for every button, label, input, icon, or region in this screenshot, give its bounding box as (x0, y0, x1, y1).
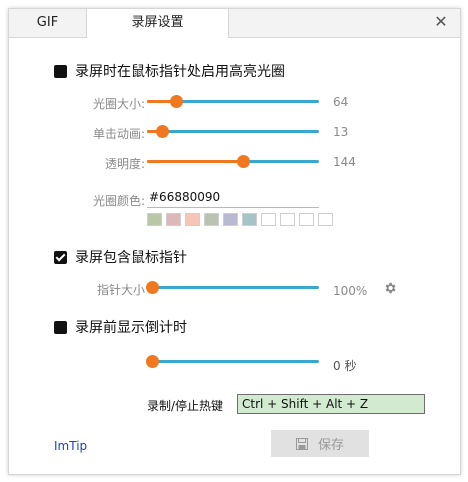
color-swatch[interactable] (204, 213, 219, 226)
close-icon[interactable]: ✕ (432, 13, 450, 31)
halo-checkbox-label: 录屏时在鼠标指针处启用高亮光圈 (75, 64, 285, 80)
save-button[interactable]: 保存 (271, 430, 369, 457)
halo-size-label: 光圈大小: (92, 97, 145, 111)
halo-checkbox[interactable] (54, 64, 67, 78)
slider-thumb[interactable] (237, 155, 251, 168)
color-swatch[interactable] (147, 213, 162, 226)
color-swatch[interactable] (318, 213, 333, 226)
opacity-slider[interactable] (147, 155, 319, 169)
slider-fill (147, 160, 244, 163)
opacity-label: 透明度: (104, 157, 145, 171)
countdown-checkbox[interactable] (54, 320, 67, 334)
slider-track (147, 130, 319, 133)
tab-record-settings[interactable]: 录屏设置 (86, 9, 229, 38)
pointer-checkbox[interactable] (54, 250, 67, 264)
color-swatch[interactable] (261, 213, 276, 226)
color-swatch[interactable] (299, 213, 314, 226)
countdown-checkbox-label: 录屏前显示倒计时 (75, 320, 187, 336)
pointer-size-slider[interactable] (146, 281, 319, 295)
slider-thumb[interactable] (146, 281, 159, 294)
halo-color-input[interactable] (147, 187, 319, 208)
color-swatch[interactable] (166, 213, 181, 226)
floppy-icon (295, 437, 308, 450)
pointer-size-value: 100% (333, 284, 368, 298)
countdown-value: 0 秒 (333, 359, 357, 373)
countdown-checkbox-row[interactable]: 录屏前显示倒计时 (54, 317, 187, 337)
brand-link[interactable]: ImTip (54, 439, 87, 453)
click-anim-value: 13 (333, 125, 349, 139)
countdown-slider[interactable] (146, 355, 319, 369)
pointer-checkbox-row[interactable]: 录屏包含鼠标指针 (54, 247, 187, 267)
halo-checkbox-row[interactable]: 录屏时在鼠标指针处启用高亮光圈 (54, 61, 285, 81)
slider-track (152, 360, 319, 363)
hotkey-input[interactable] (237, 394, 425, 414)
color-swatch[interactable] (280, 213, 295, 226)
gear-icon[interactable] (383, 281, 397, 295)
slider-thumb[interactable] (146, 355, 159, 368)
slider-thumb[interactable] (170, 95, 184, 108)
slider-thumb[interactable] (156, 125, 170, 138)
tab-gif[interactable]: GIF (9, 9, 86, 37)
slider-track (152, 286, 319, 289)
hotkey-label: 录制/停止热键 (147, 399, 224, 413)
color-swatches (147, 213, 337, 226)
opacity-value: 144 (333, 155, 356, 169)
halo-size-value: 64 (333, 95, 349, 109)
color-swatch[interactable] (185, 213, 200, 226)
halo-size-slider[interactable] (147, 95, 319, 109)
pointer-size-label: 指针大小 (96, 283, 145, 297)
color-swatch[interactable] (242, 213, 257, 226)
settings-window: GIF 录屏设置 ✕ 录屏时在鼠标指针处启用高亮光圈 光圈大小: 64 单击动画… (8, 8, 461, 475)
save-label: 保存 (317, 438, 344, 453)
halo-color-label: 光圈颜色: (92, 194, 145, 208)
color-swatch[interactable] (223, 213, 238, 226)
tab-bar: GIF 录屏设置 ✕ (9, 9, 460, 38)
pointer-checkbox-label: 录屏包含鼠标指针 (75, 250, 187, 266)
click-anim-slider[interactable] (147, 125, 319, 139)
click-anim-label: 单击动画: (92, 127, 145, 141)
